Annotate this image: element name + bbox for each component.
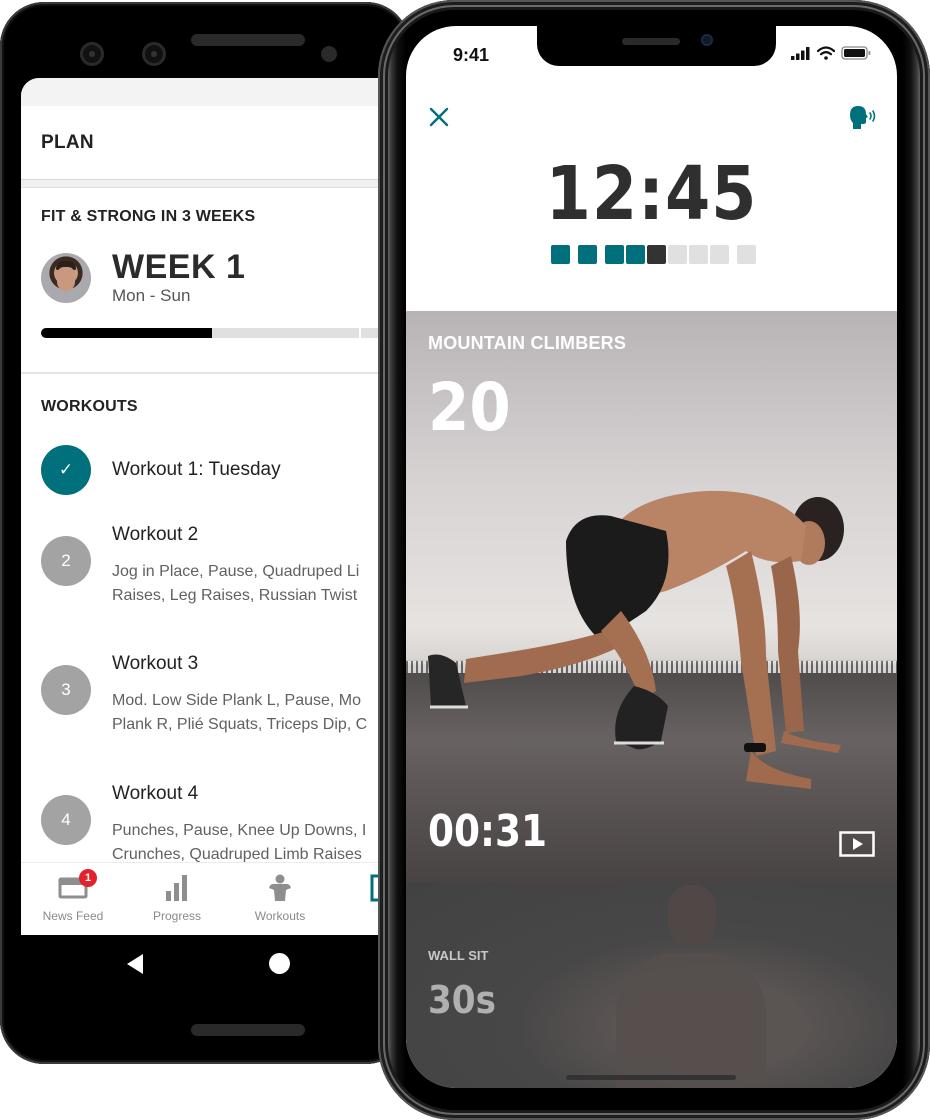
workout-body: Workout 1: Tuesday xyxy=(112,445,401,495)
segment-upcoming xyxy=(689,245,708,264)
notification-badge: 1 xyxy=(79,869,97,887)
workout-body: Workout 2 Jog in Place, Pause, Quadruped … xyxy=(112,524,401,608)
current-exercise-card: MOUNTAIN CLIMBERS 20 00:31 xyxy=(406,311,897,883)
proximity-sensor xyxy=(321,46,337,62)
front-camera-icon xyxy=(701,34,713,46)
workout-title: Workout 1: Tuesday xyxy=(112,459,281,480)
week-progress-fill xyxy=(41,328,212,338)
home-icon[interactable] xyxy=(269,953,290,974)
week-title: WEEK 1 xyxy=(112,248,246,286)
workout-item[interactable]: 3 Workout 3 Mod. Low Side Plank L, Pause, … xyxy=(41,653,401,737)
notch xyxy=(537,26,776,66)
plan-title: FIT & STRONG IN 3 WEEKS xyxy=(41,208,256,225)
voice-coach-icon[interactable] xyxy=(847,104,877,130)
next-exercise-photo xyxy=(616,953,766,1088)
plan-card[interactable]: FIT & STRONG IN 3 WEEKS WEEK 1 Mon - Sun xyxy=(21,188,401,374)
home-indicator[interactable] xyxy=(566,1075,736,1080)
segment-current xyxy=(647,245,666,264)
iphone-screen: 9:41 12:45 MOUNTAIN CLIMBERS 20 00:31 WA… xyxy=(406,26,897,1088)
next-exercise-photo xyxy=(668,885,716,947)
nav-label: News Feed xyxy=(42,909,104,923)
trainer-avatar xyxy=(41,253,91,303)
person-icon xyxy=(269,874,291,901)
workout-exercises: Jog in Place, Pause, Quadruped Li Raises,… xyxy=(112,560,401,608)
divider xyxy=(21,180,401,188)
earpiece-speaker xyxy=(191,34,305,46)
battery-icon xyxy=(841,46,871,60)
next-exercise-duration: 30s xyxy=(428,978,496,1022)
exercise-list-line: Plank R, Plié Squats, Triceps Dip, C xyxy=(112,716,368,733)
exercise-list-line: Punches, Pause, Knee Up Downs, I xyxy=(112,822,367,839)
checkmark-icon: ✓ xyxy=(41,445,91,495)
workout-number: 4 xyxy=(41,795,91,845)
exercise-elapsed-time: 00:31 xyxy=(428,806,548,857)
front-camera-icon xyxy=(142,42,166,66)
status-bar xyxy=(21,78,401,106)
status-icons xyxy=(791,46,871,60)
page-title: PLAN xyxy=(41,131,94,153)
nav-tab-progress[interactable]: Progress xyxy=(125,871,229,923)
total-workout-timer: 12:45 xyxy=(545,151,758,237)
workout-title: Workout 4 xyxy=(112,783,199,804)
android-screen: PLAN FIT & STRONG IN 3 WEEKS WEEK 1 Mon … xyxy=(21,78,401,935)
app-header: PLAN xyxy=(21,106,401,180)
segment-done xyxy=(626,245,645,264)
bottom-speaker xyxy=(191,1024,305,1036)
bar-chart-icon xyxy=(166,875,187,901)
segment-done xyxy=(578,245,597,264)
workouts-heading: WORKOUTS xyxy=(41,398,138,415)
system-navigation-bar xyxy=(21,935,401,1005)
week-progress-bar xyxy=(41,328,401,338)
progress-divider xyxy=(359,328,361,338)
exercise-list-line: Raises, Leg Raises, Russian Twist xyxy=(112,587,358,604)
next-exercise-card[interactable]: WALL SIT 30s xyxy=(406,883,897,1088)
nav-label: Workouts xyxy=(254,909,306,923)
segment-done xyxy=(605,245,624,264)
wifi-icon xyxy=(817,46,835,60)
back-icon[interactable] xyxy=(125,953,145,975)
workout-exercises: Mod. Low Side Plank L, Pause, Mo Plank R,… xyxy=(112,689,401,737)
exercise-reps: 20 xyxy=(428,369,511,446)
front-camera-icon xyxy=(80,42,104,66)
play-video-icon[interactable] xyxy=(839,831,875,857)
next-exercise-name: WALL SIT xyxy=(428,948,489,963)
iphone: 9:41 12:45 MOUNTAIN CLIMBERS 20 00:31 WA… xyxy=(378,0,930,1120)
segment-upcoming xyxy=(668,245,687,264)
workout-item[interactable]: ✓ Workout 1: Tuesday xyxy=(41,445,401,495)
nav-tab-workouts[interactable]: Workouts xyxy=(228,871,332,923)
bottom-navigation: 1 News Feed Progress Workouts xyxy=(21,862,401,935)
exercise-list-line: Mod. Low Side Plank L, Pause, Mo xyxy=(112,692,362,709)
segment-upcoming xyxy=(710,245,729,264)
android-phone: PLAN FIT & STRONG IN 3 WEEKS WEEK 1 Mon … xyxy=(0,2,410,1064)
workout-item[interactable]: 4 Workout 4 Punches, Pause, Knee Up Downs,… xyxy=(41,783,401,867)
workout-item[interactable]: 2 Workout 2 Jog in Place, Pause, Quadruped… xyxy=(41,524,401,608)
segment-upcoming xyxy=(737,245,756,264)
workout-number: 2 xyxy=(41,536,91,586)
workout-body: Workout 3 Mod. Low Side Plank L, Pause, M… xyxy=(112,653,401,737)
workout-title: Workout 3 xyxy=(112,653,199,674)
workout-number: 3 xyxy=(41,665,91,715)
nav-label: Progress xyxy=(152,909,202,923)
earpiece-speaker xyxy=(622,38,680,45)
status-time: 9:41 xyxy=(453,45,490,65)
nav-tab-news-feed[interactable]: 1 News Feed xyxy=(21,869,125,923)
workout-title: Workout 2 xyxy=(112,524,199,545)
workout-body: Workout 4 Punches, Pause, Knee Up Downs, … xyxy=(112,783,401,867)
close-icon[interactable] xyxy=(428,106,450,128)
exercise-name: MOUNTAIN CLIMBERS xyxy=(428,333,627,353)
week-range: Mon - Sun xyxy=(112,286,191,305)
segment-done xyxy=(551,245,570,264)
workout-exercises: Punches, Pause, Knee Up Downs, I Crunches… xyxy=(112,819,401,867)
signal-icon xyxy=(791,46,810,60)
exercise-list-line: Jog in Place, Pause, Quadruped Li xyxy=(112,563,360,580)
